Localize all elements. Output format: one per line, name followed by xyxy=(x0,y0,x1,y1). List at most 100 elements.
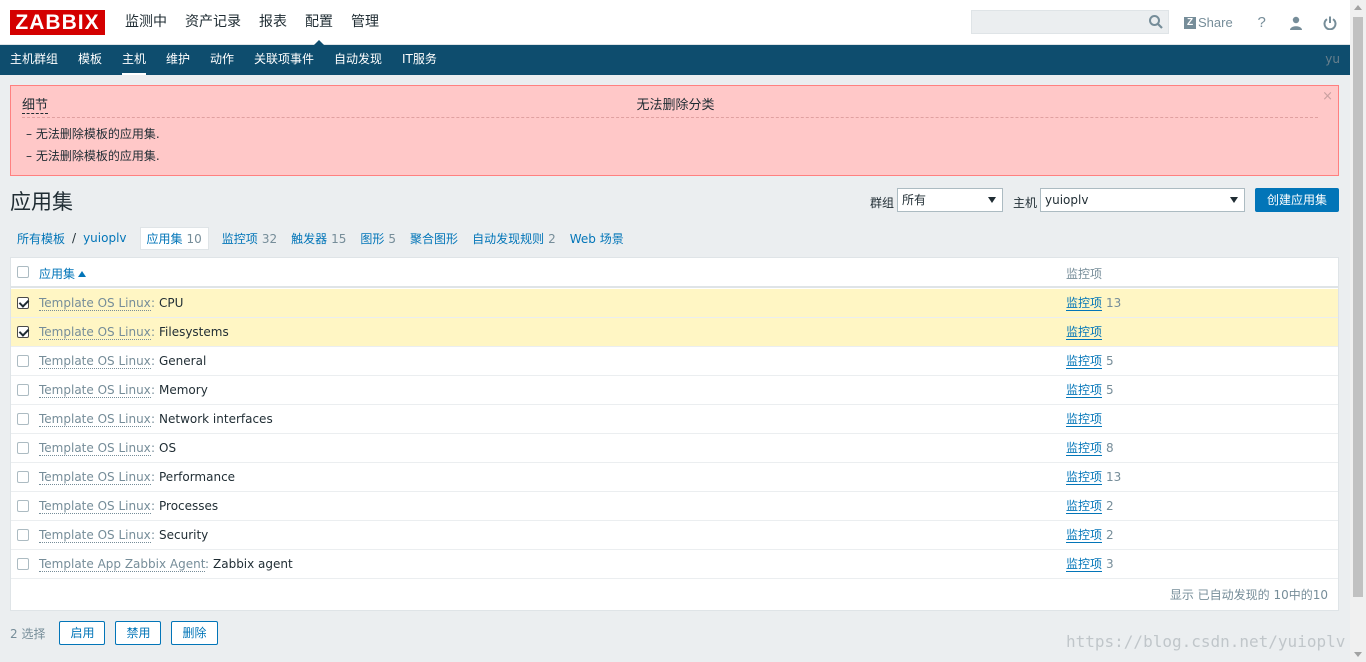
row-items-link[interactable]: 监控项 xyxy=(1066,383,1103,398)
row-template-link[interactable]: Template OS Linux xyxy=(39,383,151,398)
sub-menu-it-services[interactable]: IT服务 xyxy=(402,45,437,74)
row-separator: : xyxy=(151,296,156,310)
row-items-count: 5 xyxy=(1106,354,1114,368)
row-template-link[interactable]: Template OS Linux xyxy=(39,325,151,340)
row-checkbox[interactable] xyxy=(17,529,29,541)
disable-button[interactable]: 禁用 xyxy=(115,621,162,645)
main-menu-configuration[interactable]: 配置 xyxy=(296,0,342,46)
row-application-name[interactable]: Security xyxy=(159,528,208,542)
row-checkbox[interactable] xyxy=(17,297,29,309)
row-checkbox[interactable] xyxy=(17,326,29,338)
row-items-link[interactable]: 监控项 xyxy=(1066,325,1103,340)
group-select[interactable]: 所有 xyxy=(897,188,1003,212)
search-input[interactable] xyxy=(972,11,1142,33)
table-row: Template OS Linux Filesystems 监控项: xyxy=(11,318,1338,347)
tab-triggers[interactable]: 触发器 15 xyxy=(284,230,353,247)
row-separator: : xyxy=(151,499,156,513)
row-checkbox[interactable] xyxy=(17,355,29,367)
select-all-checkbox[interactable] xyxy=(17,266,29,278)
main-menu-monitoring[interactable]: 监测中 xyxy=(116,0,176,45)
row-items-cell: 监控项 2 xyxy=(1066,499,1114,514)
main-menu-administration[interactable]: 管理 xyxy=(342,0,388,45)
main-menu: 监测中 资产记录 报表 配置 管理 xyxy=(116,0,388,46)
row-items-link[interactable]: 监控项 xyxy=(1066,528,1103,543)
row-application-name[interactable]: CPU xyxy=(159,296,183,310)
row-items-link[interactable]: 监控项 xyxy=(1066,412,1103,427)
scrollbar-thumb[interactable] xyxy=(1353,17,1363,597)
row-template-link[interactable]: Template OS Linux xyxy=(39,470,151,485)
row-items-link[interactable]: 监控项 xyxy=(1066,499,1103,514)
row-items-link[interactable]: 监控项 xyxy=(1066,354,1103,369)
zabbix-logo[interactable]: ZABBIX xyxy=(10,10,105,35)
help-icon[interactable]: ? xyxy=(1255,14,1269,31)
row-template-link[interactable]: Template OS Linux xyxy=(39,354,151,369)
tab-web-scenarios[interactable]: Web 场景 xyxy=(563,230,631,247)
row-application-name[interactable]: Filesystems xyxy=(159,325,229,339)
row-template-link[interactable]: Template OS Linux xyxy=(39,528,151,543)
action-bar: 2 选择 启用 禁用 删除 xyxy=(10,621,228,645)
tab-applications[interactable]: 应用集 10 xyxy=(139,226,209,250)
top-right-icons: Z Share ? xyxy=(1184,0,1357,45)
row-items-cell: 监控项 8 xyxy=(1066,441,1114,456)
share-link[interactable]: Z Share xyxy=(1184,15,1233,30)
row-separator: : xyxy=(151,528,156,542)
user-profile-icon[interactable] xyxy=(1289,15,1303,31)
sign-out-icon[interactable] xyxy=(1323,15,1337,31)
row-checkbox[interactable] xyxy=(17,471,29,483)
row-separator: : xyxy=(151,354,156,368)
main-menu-reports[interactable]: 报表 xyxy=(250,0,296,45)
tab-items[interactable]: 监控项 32 xyxy=(215,230,284,247)
row-application-name[interactable]: General xyxy=(159,354,206,368)
row-template-link[interactable]: Template OS Linux xyxy=(39,499,151,514)
row-items-link[interactable]: 监控项 xyxy=(1066,557,1103,572)
row-application-name[interactable]: OS xyxy=(159,441,176,455)
row-checkbox[interactable] xyxy=(17,558,29,570)
row-items-link[interactable]: 监控项 xyxy=(1066,441,1103,456)
main-menu-inventory[interactable]: 资产记录 xyxy=(176,0,250,45)
tab-screens[interactable]: 聚合图形 xyxy=(403,230,465,247)
row-items-cell: 监控项 13 xyxy=(1066,296,1121,311)
row-application-name[interactable]: Memory xyxy=(159,383,208,397)
tab-discovery-rules[interactable]: 自动发现规则 2 xyxy=(465,230,563,247)
sub-menu-correlation[interactable]: 关联项事件 xyxy=(254,45,314,74)
enable-button[interactable]: 启用 xyxy=(59,621,106,645)
row-items-link[interactable]: 监控项 xyxy=(1066,296,1103,311)
row-items-cell: 监控项 5 xyxy=(1066,354,1114,369)
row-items-link[interactable]: 监控项 xyxy=(1066,470,1103,485)
page-scrollbar[interactable] xyxy=(1350,0,1366,662)
host-select[interactable]: yuioplv xyxy=(1040,188,1245,212)
row-template-link[interactable]: Template OS Linux xyxy=(39,296,151,311)
row-template-link[interactable]: Template OS Linux xyxy=(39,412,151,427)
create-application-button[interactable]: 创建应用集 xyxy=(1255,188,1339,212)
row-checkbox[interactable] xyxy=(17,384,29,396)
row-items-cell: 监控项 3 xyxy=(1066,557,1114,572)
row-template-link[interactable]: Template App Zabbix Agent xyxy=(39,557,206,572)
breadcrumb-all-templates[interactable]: 所有模板 xyxy=(10,230,72,247)
sub-menu-discovery[interactable]: 自动发现 xyxy=(334,45,382,74)
search-icon[interactable] xyxy=(1148,14,1164,30)
row-application-name[interactable]: Network interfaces xyxy=(159,412,273,426)
sub-menu-templates[interactable]: 模板 xyxy=(78,45,102,74)
breadcrumb-host[interactable]: yuioplv xyxy=(76,231,133,245)
row-items-cell: 监控项 5 xyxy=(1066,383,1114,398)
sub-menu-maintenance[interactable]: 维护 xyxy=(166,45,190,74)
share-label: Share xyxy=(1198,15,1233,30)
sub-menu-hosts[interactable]: 主机 xyxy=(122,45,147,75)
row-application-name[interactable]: Zabbix agent xyxy=(213,557,293,571)
scroll-up-icon[interactable] xyxy=(1354,5,1362,10)
row-checkbox[interactable] xyxy=(17,413,29,425)
sub-menu-actions[interactable]: 动作 xyxy=(210,45,234,74)
delete-button[interactable]: 删除 xyxy=(171,621,218,645)
row-template-link[interactable]: Template OS Linux xyxy=(39,441,151,456)
tab-graphs[interactable]: 图形 5 xyxy=(353,230,403,247)
row-application-name[interactable]: Performance xyxy=(159,470,235,484)
tab-count: 2 xyxy=(548,231,556,246)
close-icon[interactable]: × xyxy=(1322,89,1333,104)
column-header-name[interactable]: 应用集 xyxy=(39,265,87,282)
scroll-down-icon[interactable] xyxy=(1354,652,1362,657)
sub-menu-host-groups[interactable]: 主机群组 xyxy=(10,45,58,74)
row-application-name[interactable]: Processes xyxy=(159,499,218,513)
tab-label: 触发器 xyxy=(291,231,328,246)
row-checkbox[interactable] xyxy=(17,442,29,454)
row-checkbox[interactable] xyxy=(17,500,29,512)
